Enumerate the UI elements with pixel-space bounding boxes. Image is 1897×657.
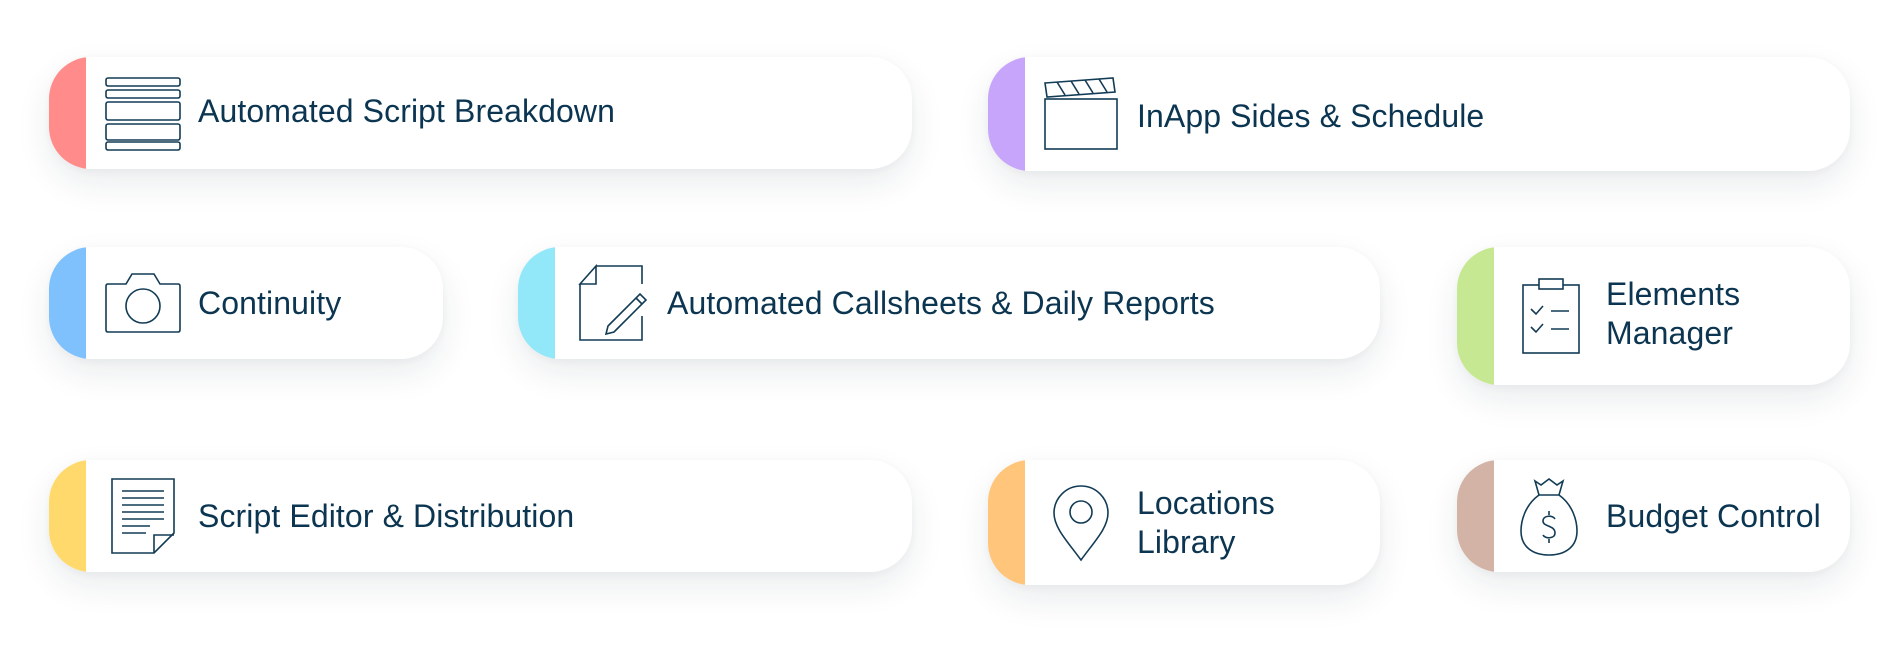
document-icon (110, 477, 176, 555)
feature-card-script-editor[interactable]: Script Editor & Distribution (49, 460, 912, 572)
accent-bar (49, 57, 86, 169)
feature-card-script-breakdown[interactable]: Automated Script Breakdown (49, 57, 912, 169)
accent-bar (1457, 460, 1494, 572)
clapperboard-icon (1043, 77, 1119, 151)
feature-label: Automated Script Breakdown (198, 93, 616, 129)
feature-label: Budget Control (1606, 498, 1821, 534)
feature-label: Script Editor & Distribution (198, 498, 575, 534)
feature-label-line-1: Locations (1137, 485, 1275, 521)
feature-card-sides-schedule[interactable]: InApp Sides & Schedule (988, 57, 1850, 171)
feature-card-locations-library[interactable]: Locations Library (988, 460, 1380, 585)
feature-card-budget-control[interactable]: Budget Control (1457, 460, 1850, 572)
accent-bar (988, 57, 1025, 171)
feature-label-line-1: Elements (1606, 276, 1741, 312)
feature-label: Continuity (198, 285, 342, 321)
feature-card-callsheets[interactable]: Automated Callsheets & Daily Reports (518, 247, 1380, 359)
camera-icon (104, 270, 182, 334)
feature-label: Automated Callsheets & Daily Reports (667, 285, 1215, 321)
script-breakdown-icon (104, 76, 182, 152)
feature-label: InApp Sides & Schedule (1137, 98, 1485, 134)
feature-label: Locations Library (1137, 484, 1275, 562)
accent-bar (518, 247, 555, 359)
accent-bar (49, 460, 86, 572)
feature-card-elements-manager[interactable]: Elements Manager (1457, 247, 1850, 385)
accent-bar (49, 247, 86, 359)
map-pin-icon (1052, 484, 1110, 562)
document-pencil-icon (578, 264, 648, 342)
feature-label: Elements Manager (1606, 275, 1740, 353)
clipboard-checklist-icon (1521, 277, 1581, 355)
feature-label-line-2: Manager (1606, 315, 1733, 351)
money-bag-icon (1519, 477, 1579, 557)
feature-card-continuity[interactable]: Continuity (49, 247, 443, 359)
feature-label-line-2: Library (1137, 524, 1236, 560)
accent-bar (1457, 247, 1494, 385)
accent-bar (988, 460, 1025, 585)
